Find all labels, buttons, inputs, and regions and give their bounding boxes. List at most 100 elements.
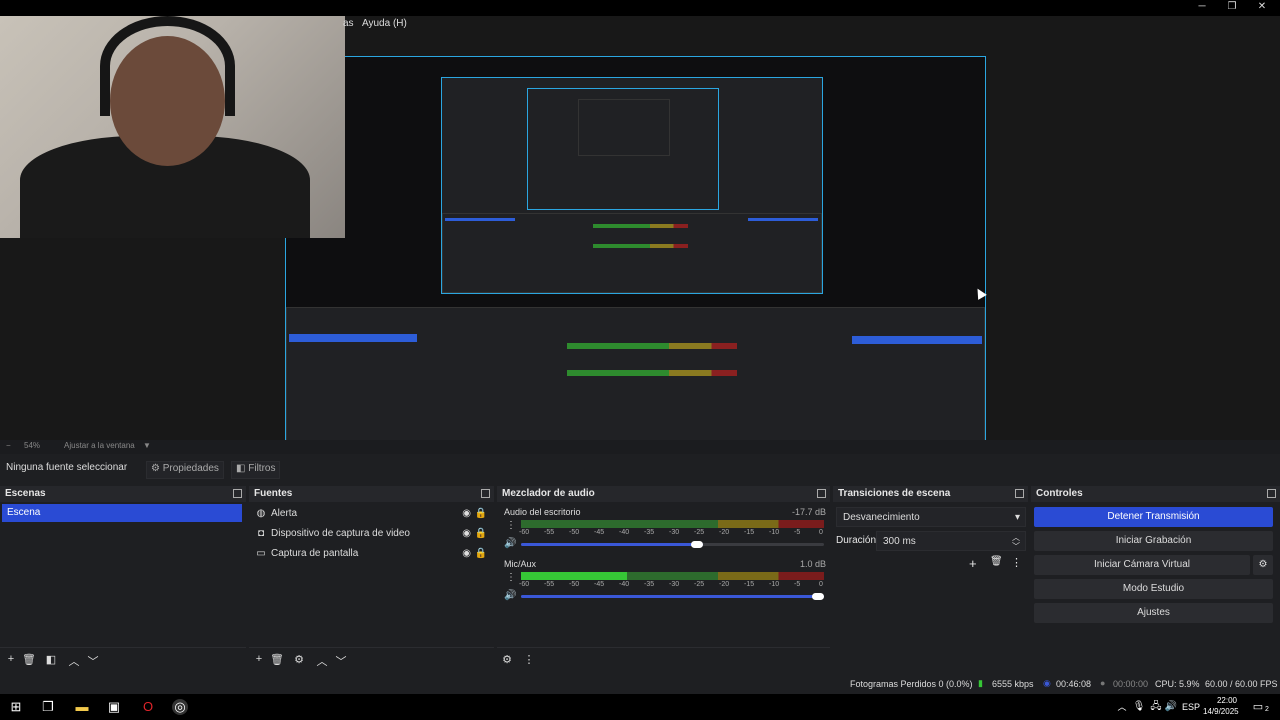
add-icon[interactable]: + bbox=[252, 653, 266, 665]
kebab-menu-icon[interactable]: ⋮ bbox=[506, 520, 516, 531]
source-label: Alerta bbox=[271, 508, 298, 519]
clock-time[interactable]: 22:00 bbox=[1212, 696, 1242, 705]
language-indicator[interactable]: ESP bbox=[1182, 702, 1200, 712]
volume-slider-knob[interactable] bbox=[690, 541, 703, 548]
kebab-menu-icon[interactable]: ⋮ bbox=[506, 572, 516, 583]
volume-icon[interactable]: 🔊 bbox=[1163, 699, 1179, 715]
meter-tick-label: -45 bbox=[594, 529, 605, 536]
meter-tick-label: -10 bbox=[769, 529, 780, 536]
menu-partial[interactable]: as bbox=[343, 18, 354, 29]
channel-name: Audio del escritorio bbox=[504, 507, 581, 517]
studio-mode-button[interactable]: Modo Estudio bbox=[1034, 579, 1273, 599]
meter-tick-label: -30 bbox=[669, 529, 680, 536]
file-explorer-icon[interactable]: ▬ bbox=[74, 699, 90, 715]
record-time: 00:00:00 bbox=[1113, 679, 1149, 689]
trash-icon[interactable]: 🗑 bbox=[270, 653, 284, 666]
lock-icon[interactable]: 🔒 bbox=[475, 544, 487, 564]
scenes-title: Escenas bbox=[0, 486, 246, 502]
minimize-button[interactable]: ─ bbox=[1187, 0, 1217, 16]
chevron-down-icon[interactable]: ﹀ bbox=[86, 653, 100, 669]
transition-selected: Desvanecimiento bbox=[843, 512, 920, 523]
close-button[interactable]: ✕ bbox=[1247, 0, 1277, 16]
mixer-footer: ⚙ ⋮ bbox=[497, 647, 830, 672]
undock-icon[interactable] bbox=[1015, 489, 1024, 498]
virtual-camera-settings-button[interactable]: ⚙ bbox=[1253, 555, 1273, 575]
properties-button[interactable]: ⚙ Propiedades bbox=[146, 461, 224, 479]
zoom-out-button[interactable]: − bbox=[6, 441, 11, 450]
record-icon: ● bbox=[1100, 678, 1106, 688]
signal-icon: ▮ bbox=[978, 678, 983, 688]
gear-icon[interactable]: ⚙ bbox=[292, 653, 306, 666]
add-icon[interactable]: + bbox=[4, 653, 18, 665]
volume-slider-track[interactable] bbox=[521, 595, 824, 598]
headset-icon bbox=[100, 16, 235, 116]
clock-date[interactable]: 14/9/2025 bbox=[1203, 707, 1239, 716]
add-icon[interactable]: + bbox=[969, 556, 977, 571]
trash-icon[interactable]: 🗑 bbox=[22, 653, 36, 666]
eye-icon[interactable]: ◉ bbox=[462, 524, 471, 544]
settings-button[interactable]: Ajustes bbox=[1034, 603, 1273, 623]
stream-time: 00:46:08 bbox=[1056, 679, 1092, 689]
stop-stream-button[interactable]: Detener Transmisión bbox=[1034, 507, 1273, 527]
speaker-icon[interactable]: 🔊 bbox=[504, 590, 516, 601]
trash-icon[interactable]: 🗑 bbox=[990, 556, 1003, 567]
fps: 60.00 / 60.00 FPS bbox=[1205, 679, 1278, 689]
chevron-down-icon[interactable]: ▼ bbox=[143, 441, 151, 450]
kebab-menu-icon[interactable]: ⋮ bbox=[1011, 556, 1022, 569]
volume-slider-knob[interactable] bbox=[812, 593, 824, 600]
windows-start-icon[interactable]: ⊞ bbox=[8, 699, 24, 715]
no-source-label: Ninguna fuente seleccionar bbox=[6, 462, 128, 473]
nested-meter-2 bbox=[593, 244, 688, 248]
maximize-button[interactable]: ❐ bbox=[1217, 0, 1247, 16]
lock-icon[interactable]: 🔒 bbox=[475, 524, 487, 544]
gear-icon[interactable]: ⚙ bbox=[500, 653, 514, 666]
meter-tick-label: -60 bbox=[519, 581, 530, 588]
source-item[interactable]: ◍ Alerta ◉ 🔒 bbox=[255, 504, 491, 524]
chevron-up-icon[interactable]: ︿ bbox=[67, 653, 81, 669]
microphone-icon[interactable]: 🎙 bbox=[1131, 699, 1147, 715]
scene-item[interactable]: Escena bbox=[2, 504, 242, 522]
task-view-icon[interactable]: ❐ bbox=[40, 699, 56, 715]
transition-select[interactable]: Desvanecimiento ▾ bbox=[836, 507, 1026, 527]
undock-icon[interactable] bbox=[481, 489, 490, 498]
undock-icon[interactable] bbox=[1267, 489, 1276, 498]
nested-docks bbox=[442, 213, 822, 293]
taskbar: ⊞ ❐ ▬ ▣ O ◎ ︿ 🎙 🖧 🔊 ESP 22:00 14/9/2025 … bbox=[0, 694, 1280, 720]
start-recording-button[interactable]: Iniciar Grabación bbox=[1034, 531, 1273, 551]
duration-field[interactable]: 300 ms ︿ ﹀ bbox=[876, 531, 1026, 551]
cpu-usage: CPU: 5.9% bbox=[1155, 679, 1200, 689]
obs-icon[interactable]: ◎ bbox=[172, 699, 188, 715]
opera-icon[interactable]: O bbox=[140, 699, 156, 715]
start-virtual-camera-button[interactable]: Iniciar Cámara Virtual bbox=[1034, 555, 1250, 575]
stepper-icon[interactable]: ︿ ﹀ bbox=[1012, 533, 1020, 551]
menu-help[interactable]: Ayuda (H) bbox=[362, 18, 407, 29]
filters-button[interactable]: ◧ Filtros bbox=[231, 461, 281, 479]
volume-slider-track[interactable] bbox=[521, 543, 824, 546]
undock-icon[interactable] bbox=[233, 489, 242, 498]
controls-title: Controles bbox=[1031, 486, 1280, 502]
chevron-up-icon[interactable]: ︿ bbox=[315, 653, 329, 669]
chevron-down-icon: ▾ bbox=[1014, 512, 1020, 523]
undock-icon[interactable] bbox=[817, 489, 826, 498]
source-item[interactable]: ◘ Dispositivo de captura de video ◉ 🔒 bbox=[255, 524, 491, 544]
speaker-icon[interactable]: 🔊 bbox=[504, 538, 516, 549]
zoom-fit-dropdown[interactable]: Ajustar a la ventana bbox=[64, 441, 135, 450]
lock-icon[interactable]: 🔒 bbox=[475, 504, 487, 524]
stream-icon: ◉ bbox=[1043, 678, 1051, 688]
network-icon[interactable]: 🖧 bbox=[1148, 699, 1164, 715]
sources-dock: Fuentes ◍ Alerta ◉ 🔒 ◘ Dispositivo de captu… bbox=[249, 486, 494, 672]
chevron-up-icon[interactable]: ︿ bbox=[1114, 699, 1130, 715]
meter-tick-label: -40 bbox=[619, 529, 630, 536]
meter-tick-label: -25 bbox=[694, 581, 705, 588]
notification-icon[interactable]: ▭ bbox=[1250, 699, 1266, 715]
scenes-dock: Escenas Escena + 🗑 ◧ ︿ ﹀ bbox=[0, 486, 246, 672]
filter-icon[interactable]: ◧ bbox=[44, 653, 58, 666]
volume-slider-fill bbox=[521, 595, 824, 598]
preview-canvas[interactable] bbox=[285, 56, 986, 451]
store-icon[interactable]: ▣ bbox=[106, 699, 122, 715]
kebab-menu-icon[interactable]: ⋮ bbox=[522, 653, 536, 666]
eye-icon[interactable]: ◉ bbox=[462, 504, 471, 524]
eye-icon[interactable]: ◉ bbox=[462, 544, 471, 564]
source-item[interactable]: ▭ Captura de pantalla ◉ 🔒 bbox=[255, 544, 491, 564]
chevron-down-icon[interactable]: ﹀ bbox=[334, 653, 348, 669]
